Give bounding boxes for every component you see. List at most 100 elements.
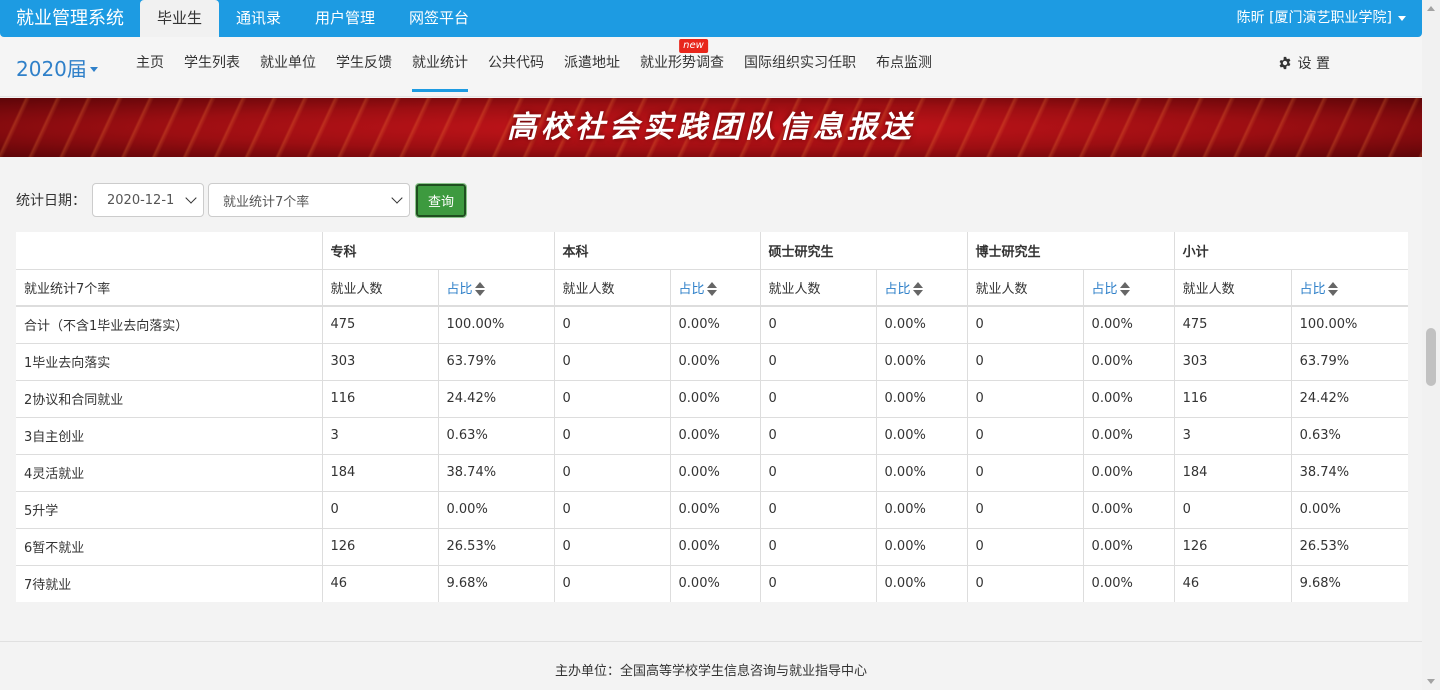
- topnav-user-management[interactable]: 用户管理: [298, 0, 392, 37]
- cell-ratio: 0.00%: [1082, 490, 1175, 529]
- cell-ratio: 100.00%: [1290, 305, 1409, 344]
- group-header-subtotal: 小计: [1173, 232, 1409, 270]
- table-group-header-row: 专科 本科 硕士研究生 博士研究生 小计: [16, 232, 1409, 270]
- cell-ratio: 0.63%: [437, 416, 555, 455]
- table-row: 7待就业 46 9.68% 0 0.00% 0 0.00% 0 0.00% 46 9.68%: [16, 564, 1409, 602]
- subnav-home[interactable]: 主页: [126, 37, 174, 97]
- cell-ratio: 0.00%: [669, 305, 761, 344]
- settings-button[interactable]: 设 置: [1278, 53, 1330, 73]
- page-scrollbar[interactable]: [1422, 0, 1440, 690]
- table-corner-cell: [16, 232, 323, 270]
- sort-icon[interactable]: [912, 281, 923, 297]
- col-header-ratio[interactable]: 占比: [1290, 268, 1409, 307]
- subnav-dispatch-address[interactable]: 派遣地址: [554, 37, 630, 97]
- col-header-ratio[interactable]: 占比: [437, 268, 555, 307]
- gear-icon: [1279, 56, 1290, 70]
- subnav-employment-survey[interactable]: 就业形势调查 new: [630, 37, 734, 97]
- ratio-sort-link[interactable]: 占比: [885, 282, 911, 297]
- topnav-graduates[interactable]: 毕业生: [140, 0, 220, 37]
- table-row: 4灵活就业 184 38.74% 0 0.00% 0 0.00% 0 0.00% 184 38.74…: [16, 453, 1409, 492]
- settings-label: 设 置: [1297, 56, 1330, 72]
- subnav-student-feedback[interactable]: 学生反馈: [326, 37, 402, 97]
- cell-count: 184: [321, 453, 439, 492]
- cell-ratio: 24.42%: [1290, 379, 1409, 418]
- sort-icon[interactable]: [1119, 281, 1130, 297]
- year-selector[interactable]: 2020届: [16, 53, 98, 82]
- cell-count: 0: [759, 564, 877, 602]
- sort-icon[interactable]: [1327, 281, 1338, 297]
- table-row: 5升学 0 0.00% 0 0.00% 0 0.00% 0 0.00% 0 0.00%: [16, 490, 1409, 529]
- cell-count: 3: [321, 416, 439, 455]
- ratio-sort-link[interactable]: 占比: [1300, 282, 1326, 297]
- ratio-sort-link[interactable]: 占比: [447, 282, 473, 297]
- cell-count: 0: [553, 379, 671, 418]
- cell-count: 0: [553, 527, 671, 566]
- col-header-ratio[interactable]: 占比: [669, 268, 761, 307]
- query-button[interactable]: 查询: [414, 182, 468, 218]
- cell-ratio: 0.00%: [875, 342, 968, 381]
- user-menu[interactable]: 陈昕 [厦门演艺职业学院]: [1237, 0, 1406, 37]
- footer-divider: [0, 641, 1422, 642]
- subnav-intl-org-internship[interactable]: 国际组织实习任职: [734, 37, 866, 97]
- table-row: 合计（不含1毕业去向落实） 475 100.00% 0 0.00% 0 0.00% 0 0.00…: [16, 305, 1409, 344]
- sub-navbar: 2020届 主页 学生列表 就业单位 学生反馈 就业统计 公共代码 派遣地址 就…: [0, 37, 1422, 97]
- sort-icon[interactable]: [474, 281, 485, 297]
- topnav-contacts[interactable]: 通讯录: [219, 0, 298, 37]
- cell-count: 0: [321, 490, 439, 529]
- cell-ratio: 38.74%: [1290, 453, 1409, 492]
- cell-ratio: 0.00%: [1082, 305, 1175, 344]
- subnav-public-codes[interactable]: 公共代码: [478, 37, 554, 97]
- subnav-employers[interactable]: 就业单位: [250, 37, 326, 97]
- row-header-label: 就业统计7个率: [16, 268, 323, 307]
- cell-count: 0: [553, 564, 671, 602]
- cell-count: 0: [966, 564, 1084, 602]
- cell-ratio: 0.00%: [875, 527, 968, 566]
- cell-count: 0: [553, 305, 671, 344]
- top-navbar: 就业管理系统 毕业生 通讯录 用户管理 网签平台 陈昕 [厦门演艺职业学院]: [0, 0, 1422, 37]
- col-header-ratio[interactable]: 占比: [1082, 268, 1175, 307]
- cell-ratio: 0.00%: [875, 453, 968, 492]
- scroll-up-icon[interactable]: [1427, 6, 1435, 11]
- cell-ratio: 0.00%: [669, 342, 761, 381]
- sort-icon[interactable]: [706, 281, 717, 297]
- ratio-sort-link[interactable]: 占比: [1092, 282, 1118, 297]
- cell-ratio: 0.00%: [875, 490, 968, 529]
- cell-ratio: 0.00%: [1082, 342, 1175, 381]
- stat-type-select-value: 就业统计7个率: [223, 194, 310, 210]
- cell-ratio: 0.00%: [669, 379, 761, 418]
- row-label: 4灵活就业: [16, 453, 323, 492]
- cell-ratio: 0.00%: [669, 416, 761, 455]
- cell-count: 0: [966, 490, 1084, 529]
- cell-count: 126: [1173, 527, 1292, 566]
- cell-count: 0: [759, 416, 877, 455]
- subnav-employment-stats[interactable]: 就业统计: [402, 37, 478, 97]
- cell-ratio: 0.00%: [669, 490, 761, 529]
- topnav-e-signing[interactable]: 网签平台: [392, 0, 486, 37]
- stat-type-select[interactable]: 就业统计7个率: [208, 183, 410, 217]
- top-nav: 毕业生 通讯录 用户管理 网签平台: [140, 0, 486, 37]
- user-name: 陈昕 [厦门演艺职业学院]: [1236, 10, 1392, 26]
- cell-count: 0: [966, 416, 1084, 455]
- col-header-ratio[interactable]: 占比: [875, 268, 968, 307]
- col-header-count: 就业人数: [966, 268, 1084, 307]
- cell-ratio: 38.74%: [437, 453, 555, 492]
- cell-count: 126: [321, 527, 439, 566]
- row-label: 2协议和合同就业: [16, 379, 323, 418]
- scrollbar-thumb[interactable]: [1426, 328, 1436, 386]
- cell-ratio: 0.00%: [1082, 416, 1175, 455]
- group-header-doctor: 博士研究生: [966, 232, 1175, 270]
- banner[interactable]: 高校社会实践团队信息报送: [0, 98, 1422, 157]
- brand-title[interactable]: 就业管理系统: [16, 0, 124, 37]
- cell-count: 0: [966, 527, 1084, 566]
- row-label: 6暂不就业: [16, 527, 323, 566]
- cell-ratio: 0.00%: [669, 564, 761, 602]
- subnav-site-monitoring[interactable]: 布点监测: [866, 37, 942, 97]
- sub-nav: 主页 学生列表 就业单位 学生反馈 就业统计 公共代码 派遣地址 就业形势调查 …: [126, 37, 942, 97]
- ratio-sort-link[interactable]: 占比: [679, 282, 705, 297]
- scroll-down-icon[interactable]: [1427, 679, 1435, 684]
- table-row: 3自主创业 3 0.63% 0 0.00% 0 0.00% 0 0.00% 3 0.63%: [16, 416, 1409, 455]
- banner-title: 高校社会实践团队信息报送: [507, 110, 915, 145]
- date-select[interactable]: 2020-12-1: [92, 183, 204, 217]
- filter-bar: 统计日期： 2020-12-1 就业统计7个率 查询: [16, 182, 468, 218]
- subnav-student-list[interactable]: 学生列表: [174, 37, 250, 97]
